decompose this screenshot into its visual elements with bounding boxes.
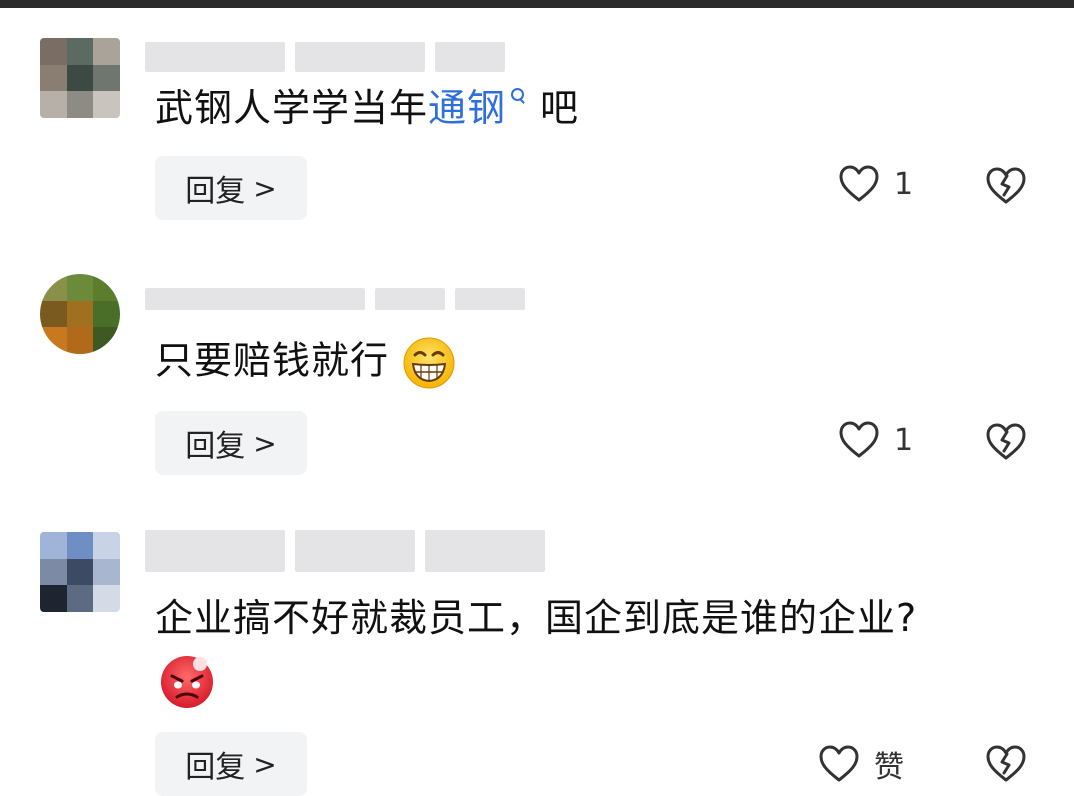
dislike-button[interactable] — [985, 744, 1027, 786]
heart-outline-icon — [819, 745, 859, 782]
comment-text: 企业搞不好就裁员工，国企到底是谁的企业? — [155, 594, 917, 642]
comment-3: 企业搞不好就裁员工，国企到底是谁的企业? 回复 > 赞 — [0, 0, 1074, 796]
username-blurred[interactable] — [145, 530, 545, 572]
like-label: 赞 — [874, 750, 904, 785]
chevron-right-icon: > — [253, 747, 277, 781]
comment-text-part: 企业搞不好就裁员工，国企到底是谁的企业? — [155, 596, 918, 640]
angry-face-icon — [158, 652, 216, 710]
avatar[interactable] — [40, 532, 120, 612]
broken-heart-icon — [986, 745, 1026, 782]
reply-button[interactable]: 回复 > — [155, 732, 307, 796]
like-button[interactable]: 赞 — [818, 742, 904, 786]
reply-label: 回复 — [185, 750, 246, 785]
